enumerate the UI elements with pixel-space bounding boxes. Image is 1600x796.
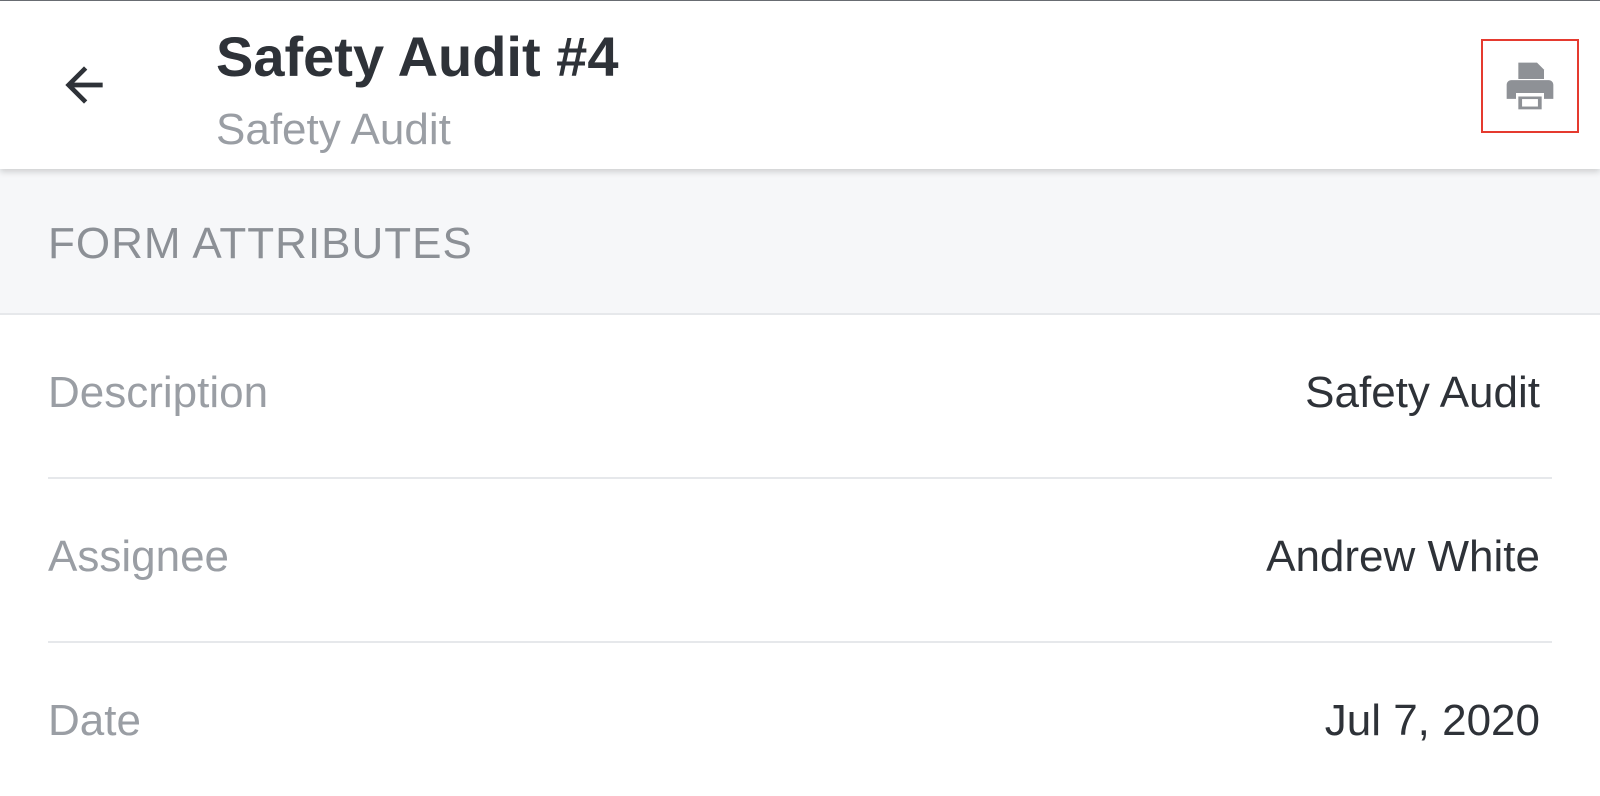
attribute-value: Safety Audit xyxy=(1305,368,1540,417)
attribute-label: Date xyxy=(48,696,141,745)
attributes-list: Description Safety Audit Assignee Andrew… xyxy=(0,315,1600,796)
print-button[interactable] xyxy=(1481,39,1579,133)
attribute-label: Assignee xyxy=(48,532,230,581)
page-title: Safety Audit #4 xyxy=(216,25,619,88)
section-header: FORM ATTRIBUTES xyxy=(0,169,1600,315)
page-subtitle: Safety Audit xyxy=(216,105,451,154)
attribute-label: Description xyxy=(48,368,269,417)
form-detail-screen: Safety Audit #4 Safety Audit FORM ATTRIB… xyxy=(0,0,1600,796)
section-title: FORM ATTRIBUTES xyxy=(48,219,473,268)
back-button[interactable] xyxy=(52,53,116,117)
attribute-row-description: Description Safety Audit xyxy=(48,315,1552,479)
attribute-row-date: Date Jul 7, 2020 xyxy=(48,643,1552,796)
printer-icon xyxy=(1506,62,1554,110)
attribute-row-assignee: Assignee Andrew White xyxy=(48,479,1552,643)
arrow-left-icon xyxy=(65,66,103,104)
attribute-value: Jul 7, 2020 xyxy=(1324,696,1540,745)
app-header: Safety Audit #4 Safety Audit xyxy=(0,1,1600,169)
attribute-value: Andrew White xyxy=(1266,532,1540,581)
